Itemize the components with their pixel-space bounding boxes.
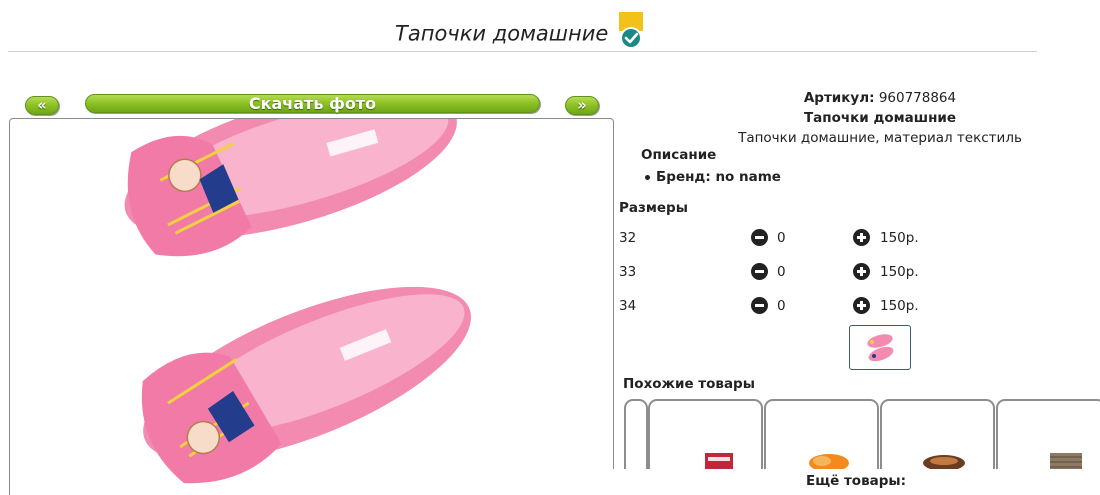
description-heading: Описание (641, 147, 717, 163)
size-row: 33 0 150р. (619, 262, 1039, 282)
prev-photo-button[interactable]: « (25, 96, 59, 115)
product-title: Тапочки домашние (395, 21, 609, 46)
product-info: Артикул: 960778864 Тапочки домашние Тапо… (700, 88, 1060, 148)
plus-icon[interactable] (853, 263, 870, 280)
size-row: 34 0 150р. (619, 296, 1039, 316)
quantity-value: 0 (777, 230, 786, 246)
slipper-bottom (141, 286, 471, 484)
product-subtitle: Тапочки домашние, материал текстиль (738, 130, 1022, 146)
header-divider (8, 51, 1037, 52)
quantity-value: 0 (777, 298, 786, 314)
article-row: Артикул: 960778864 (700, 88, 1060, 108)
photo-thumbnail[interactable] (849, 325, 911, 370)
next-photo-button[interactable]: » (565, 96, 599, 115)
price-value: 150р. (880, 230, 919, 246)
thumbnail-image (867, 334, 894, 362)
size-value: 33 (619, 264, 637, 280)
product-photo (124, 119, 471, 484)
product-name: Тапочки домашние (803, 110, 957, 126)
size-value: 32 (619, 230, 637, 246)
size-row: 32 0 150р. (619, 228, 1039, 248)
minus-icon[interactable] (751, 263, 768, 280)
more-products-label: Ещё товары: (612, 469, 1100, 495)
minus-icon[interactable] (751, 229, 768, 246)
brand-item: Бренд: no name (645, 169, 781, 185)
slipper-top (124, 119, 457, 257)
download-photo-button[interactable]: Скачать фото (85, 94, 540, 113)
bullet-icon (645, 174, 650, 180)
article-label: Артикул: (803, 90, 875, 106)
similar-products-heading: Похожие товары (623, 376, 755, 392)
article-value: 960778864 (878, 90, 957, 106)
product-photo-frame (9, 118, 614, 495)
brand-text: Бренд: no name (656, 169, 781, 185)
plus-icon[interactable] (853, 297, 870, 314)
price-value: 150р. (880, 298, 919, 314)
sizes-heading: Размеры (619, 200, 688, 216)
price-value: 150р. (880, 264, 919, 280)
size-value: 34 (619, 298, 637, 314)
quantity-value: 0 (777, 264, 786, 280)
plus-icon[interactable] (853, 229, 870, 246)
minus-icon[interactable] (751, 297, 768, 314)
